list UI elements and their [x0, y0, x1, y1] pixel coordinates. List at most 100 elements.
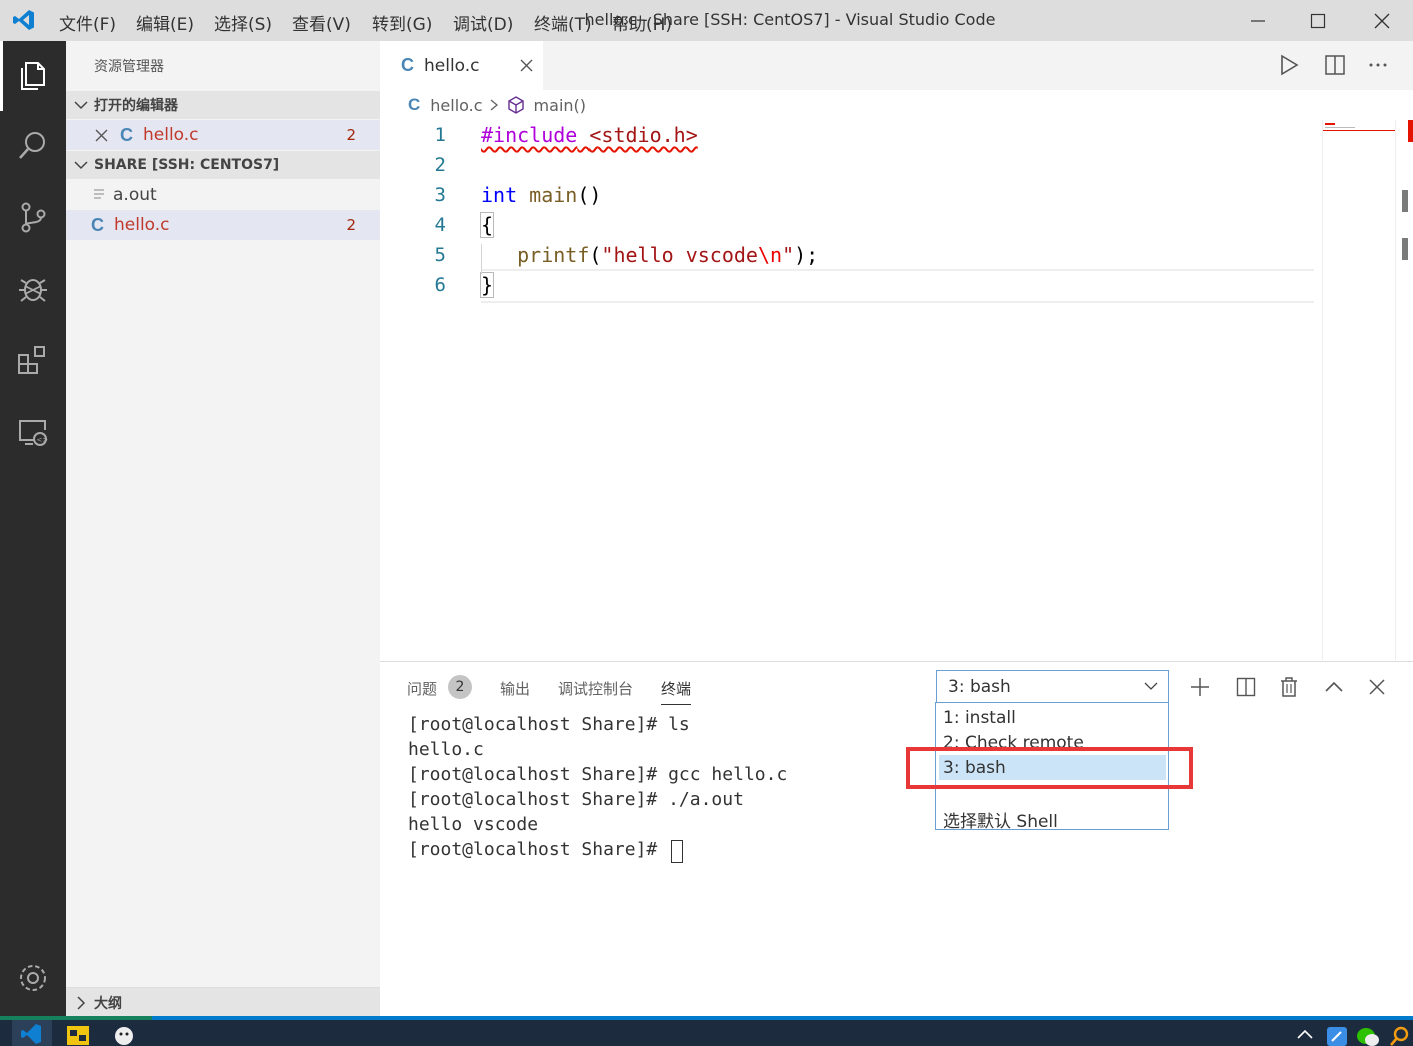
- c-file-icon: C: [120, 124, 133, 145]
- debug-icon[interactable]: [0, 253, 66, 323]
- maximize-button[interactable]: [1288, 0, 1348, 41]
- menu-terminal[interactable]: 终端(T): [534, 10, 592, 35]
- current-line-highlight: [481, 269, 1314, 303]
- extensions-icon[interactable]: [0, 325, 66, 395]
- split-terminal-icon[interactable]: [1236, 677, 1256, 697]
- maximize-panel-icon[interactable]: [1324, 678, 1344, 696]
- close-window-button[interactable]: [1352, 0, 1412, 41]
- terminal-line: hello.c: [408, 739, 484, 760]
- new-terminal-icon[interactable]: [1190, 677, 1210, 697]
- terminal-select[interactable]: 3: bash: [936, 670, 1169, 703]
- breadcrumb: C hello.c main(): [380, 90, 1413, 120]
- source-control-icon[interactable]: [0, 182, 66, 252]
- open-editor-item[interactable]: C hello.c 2: [66, 120, 380, 150]
- search-icon[interactable]: [0, 111, 66, 181]
- code-line-1: #include <stdio.h>: [481, 123, 698, 147]
- menu-debug[interactable]: 调试(D): [453, 10, 513, 35]
- tab-terminal[interactable]: 终端: [661, 678, 691, 699]
- taskbar-vscode-icon[interactable]: [12, 1020, 52, 1046]
- code-line-6: }: [479, 272, 495, 298]
- line-number: 2: [434, 154, 446, 176]
- tab-output[interactable]: 输出: [500, 678, 530, 699]
- menu-edit[interactable]: 编辑(E): [136, 10, 194, 35]
- menu-help[interactable]: 帮助(H): [612, 10, 672, 35]
- line-number: 1: [434, 124, 446, 146]
- breadcrumb-symbol[interactable]: main(): [534, 96, 586, 115]
- settings-gear-icon[interactable]: [0, 943, 66, 1013]
- menu-file[interactable]: 文件(F): [59, 10, 116, 35]
- tray-app-icon[interactable]: [1326, 1024, 1348, 1046]
- problems-count: 2: [346, 216, 356, 234]
- menu-go[interactable]: 转到(G): [372, 10, 432, 35]
- taskbar-app-icon[interactable]: [66, 1023, 90, 1045]
- menu-selection[interactable]: 选择(S): [214, 10, 272, 35]
- run-icon[interactable]: [1278, 54, 1300, 76]
- problems-badge: 2: [448, 675, 472, 699]
- file-item-aout[interactable]: a.out: [66, 180, 380, 210]
- editor-tab-bar: C hello.c: [380, 41, 1413, 90]
- menu-view[interactable]: 查看(V): [292, 10, 351, 35]
- bottom-panel: 问题 2 输出 调试控制台 终端 [root@localhost Share]#…: [380, 661, 1413, 1017]
- line-number: 4: [434, 214, 446, 236]
- more-actions-icon[interactable]: [1367, 54, 1389, 76]
- editor-scrollbar[interactable]: [1395, 120, 1413, 660]
- taskbar: [0, 1020, 1413, 1046]
- close-tab-icon[interactable]: [520, 59, 533, 72]
- explorer-sidebar: 资源管理器 打开的编辑器 C hello.c 2 SHARE [SSH: CEN…: [66, 41, 380, 1017]
- open-editors-header[interactable]: 打开的编辑器: [66, 91, 380, 119]
- active-tab-underline: [661, 704, 691, 705]
- svg-text:<>: <>: [37, 436, 49, 444]
- brace: {: [479, 212, 495, 238]
- taskbar-penguin-icon[interactable]: [112, 1023, 136, 1045]
- close-panel-icon[interactable]: [1368, 678, 1386, 696]
- line-number: 5: [434, 244, 446, 266]
- workspace-header[interactable]: SHARE [SSH: CENTOS7]: [66, 151, 380, 179]
- tab-problems[interactable]: 问题: [407, 678, 437, 699]
- split-editor-icon[interactable]: [1324, 54, 1346, 76]
- file-name: hello.c: [114, 215, 170, 235]
- chevron-down-icon: [74, 158, 88, 172]
- trash-icon[interactable]: [1279, 676, 1299, 698]
- workspace-label: SHARE [SSH: CENTOS7]: [94, 157, 280, 173]
- minimap-line: [1325, 127, 1355, 128]
- punct: );: [794, 243, 819, 267]
- activity-bar: <>: [0, 41, 66, 1016]
- minimize-button[interactable]: [1228, 0, 1288, 41]
- explorer-icon[interactable]: [0, 41, 66, 111]
- tab-label: hello.c: [424, 55, 480, 76]
- tray-search-icon[interactable]: [1388, 1024, 1410, 1046]
- outline-header[interactable]: 大纲: [66, 987, 380, 1017]
- file-item-hello-c[interactable]: C hello.c 2: [66, 210, 380, 240]
- minimap[interactable]: [1322, 120, 1395, 660]
- keyword: int: [481, 183, 518, 207]
- breadcrumb-file[interactable]: hello.c: [430, 96, 482, 115]
- close-icon[interactable]: [95, 129, 108, 142]
- minimap-error: [1325, 123, 1335, 125]
- code-line-5: printf("hello vscode\n");: [481, 243, 818, 267]
- code-editor[interactable]: 1 2 3 4 5 6 #include <stdio.h> int main(…: [380, 120, 1395, 660]
- escape-sequence: \n: [757, 243, 783, 267]
- terminal-line: [root@localhost Share]# ./a.out: [408, 789, 744, 810]
- remote-explorer-icon[interactable]: <>: [0, 397, 66, 467]
- file-name: a.out: [113, 185, 157, 205]
- chevron-right-icon: [489, 98, 499, 112]
- c-file-icon: C: [408, 95, 421, 114]
- brace: }: [479, 272, 495, 298]
- open-editor-filename: hello.c: [143, 125, 199, 145]
- vscode-logo-icon: [12, 8, 36, 32]
- preprocessor-directive: #include: [481, 123, 578, 147]
- chevron-right-icon: [74, 995, 88, 1010]
- terminal-line: hello vscode: [408, 814, 539, 835]
- open-editors-label: 打开的编辑器: [94, 98, 178, 114]
- terminal-select-value: 3: bash: [948, 677, 1011, 697]
- symbol-method-icon: [507, 96, 525, 114]
- terminal-line: [root@localhost Share]# gcc hello.c: [408, 764, 788, 785]
- option-select-default-shell[interactable]: 选择默认 Shell: [943, 807, 1058, 832]
- tray-chevron-up-icon[interactable]: [1296, 1026, 1314, 1040]
- tab-hello-c[interactable]: C hello.c: [380, 41, 543, 90]
- tray-wechat-icon[interactable]: [1356, 1024, 1380, 1046]
- chevron-down-icon: [74, 98, 88, 112]
- option-install[interactable]: 1: install: [943, 708, 1016, 728]
- tab-debug-console[interactable]: 调试控制台: [558, 678, 633, 699]
- minimap-slider: [1323, 120, 1395, 131]
